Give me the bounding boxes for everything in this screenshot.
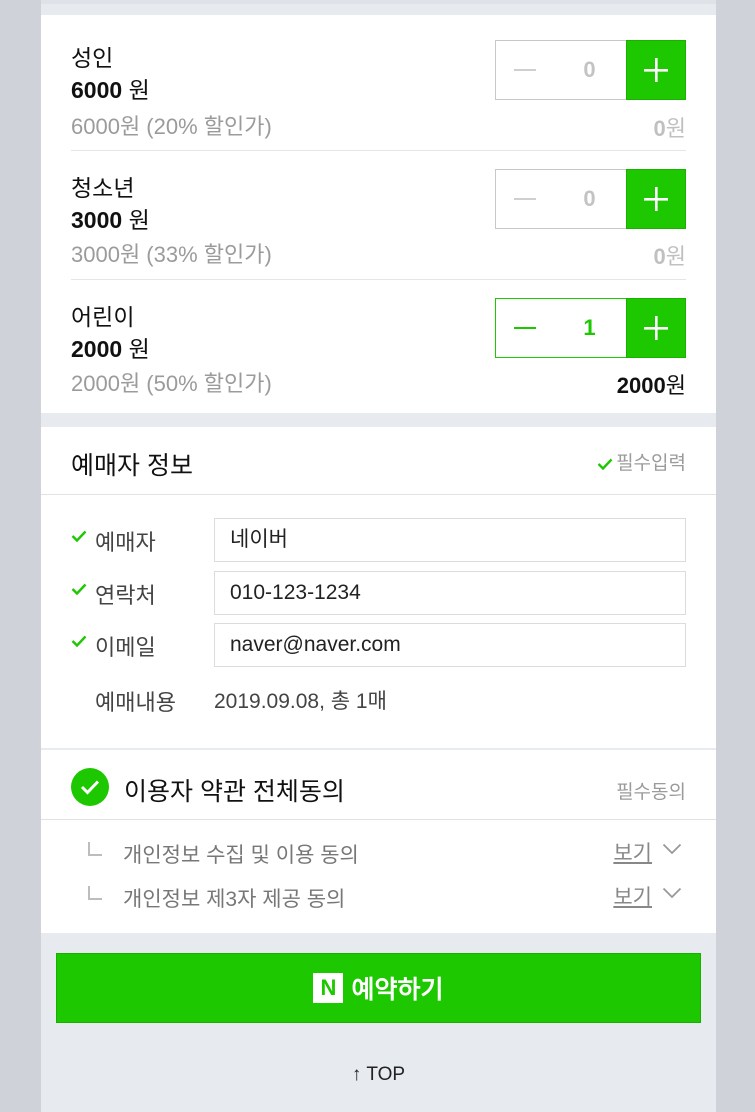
check-icon: [597, 458, 613, 471]
ticket-price: 3000 원: [71, 207, 150, 233]
check-icon: [71, 583, 87, 595]
quantity-stepper: 0: [495, 40, 686, 100]
minus-icon: [513, 198, 536, 200]
decrease-button[interactable]: [495, 40, 554, 100]
naver-logo-icon: N: [313, 973, 344, 1003]
reserve-button-label: 예약하기: [351, 976, 444, 1004]
booking-page: 성인 6000 원 6000원 (20% 할인가) 0 0원 청소년 3000 …: [41, 0, 716, 1112]
booker-info-card: 예매자 정보 필수입력 예매자 네이버 연락처 010-123-1234 이메일…: [41, 427, 716, 748]
ticket-card: 성인 6000 원 6000원 (20% 할인가) 0 0원 청소년 3000 …: [41, 15, 716, 413]
increase-button[interactable]: [626, 169, 686, 229]
agreement-text: 개인정보 수집 및 이용 동의: [123, 844, 359, 867]
ticket-name: 청소년: [71, 175, 135, 201]
agreement-item: 개인정보 수집 및 이용 동의 보기: [88, 837, 686, 867]
ticket-discount-note: 2000원 (50% 할인가): [71, 371, 272, 396]
view-link[interactable]: 보기: [613, 881, 652, 911]
agree-all-row[interactable]: 이용자 약관 전체동의 필수동의: [41, 750, 716, 820]
agreement-text: 개인정보 제3자 제공 동의: [123, 888, 346, 911]
ticket-row-child: 어린이 2000 원 2000원 (50% 할인가) 1 2000원: [71, 279, 686, 414]
section-title: 예매자 정보: [71, 452, 193, 480]
top-link[interactable]: ↑ TOP: [41, 1064, 716, 1086]
check-icon: [71, 635, 87, 647]
booking-summary-row: 예매내용 2019.09.08, 총 1매: [71, 678, 686, 722]
booker-name-row: 예매자 네이버: [71, 518, 686, 562]
view-link[interactable]: 보기: [613, 837, 652, 867]
ticket-subtotal: 0원: [653, 116, 687, 141]
agree-all-label: 이용자 약관 전체동의: [124, 778, 345, 806]
increase-button[interactable]: [626, 40, 686, 100]
quantity-stepper: 0: [495, 169, 686, 229]
quantity-value[interactable]: 0: [553, 169, 627, 229]
email-field[interactable]: naver@naver.com: [214, 623, 686, 667]
ticket-name: 성인: [71, 45, 114, 71]
ticket-row-adult: 성인 6000 원 6000원 (20% 할인가) 0 0원: [71, 15, 686, 150]
quantity-stepper: 1: [495, 298, 686, 358]
check-icon: [71, 530, 87, 542]
field-label: 연락처: [95, 583, 156, 608]
plus-icon: [644, 58, 668, 82]
decrease-button[interactable]: [495, 298, 554, 358]
contact-row: 연락처 010-123-1234: [71, 571, 686, 615]
plus-icon: [644, 316, 668, 340]
top-strip: [41, 0, 716, 15]
ticket-subtotal: 0원: [653, 244, 687, 269]
check-icon: [80, 780, 100, 795]
ticket-row-youth: 청소년 3000 원 3000원 (33% 할인가) 0 0원: [71, 150, 686, 280]
minus-icon: [513, 69, 536, 71]
minus-icon: [513, 327, 536, 329]
check-circle-icon[interactable]: [71, 768, 109, 806]
booker-header: 예매자 정보 필수입력: [41, 427, 716, 495]
email-row: 이메일 naver@naver.com: [71, 623, 686, 667]
ticket-subtotal: 2000원: [616, 373, 686, 398]
booker-name-field[interactable]: 네이버: [214, 518, 686, 562]
ticket-name: 어린이: [71, 304, 135, 330]
quantity-value[interactable]: 1: [553, 298, 627, 358]
decrease-button[interactable]: [495, 169, 554, 229]
plus-icon: [644, 187, 668, 211]
agreement-item: 개인정보 제3자 제공 동의 보기: [88, 881, 686, 911]
ticket-discount-note: 3000원 (33% 할인가): [71, 242, 272, 267]
agreement-card: 이용자 약관 전체동의 필수동의 개인정보 수집 및 이용 동의 보기 개인정보…: [41, 750, 716, 933]
corner-icon: [88, 886, 102, 900]
corner-icon: [88, 842, 102, 856]
booking-summary-value: 2019.09.08, 총 1매: [214, 690, 387, 713]
field-label: 이메일: [95, 635, 156, 660]
quantity-value[interactable]: 0: [553, 40, 627, 100]
ticket-price: 6000 원: [71, 77, 150, 103]
field-label: 예매내용: [95, 690, 176, 715]
required-indicator: 필수입력: [597, 448, 686, 475]
field-label: 예매자: [95, 530, 156, 555]
required-indicator: 필수동의: [616, 782, 686, 803]
contact-field[interactable]: 010-123-1234: [214, 571, 686, 615]
chevron-down-icon[interactable]: [662, 887, 682, 899]
chevron-down-icon[interactable]: [662, 843, 682, 855]
increase-button[interactable]: [626, 298, 686, 358]
reserve-button[interactable]: N 예약하기: [56, 953, 701, 1023]
ticket-discount-note: 6000원 (20% 할인가): [71, 114, 272, 139]
ticket-price: 2000 원: [71, 336, 150, 362]
